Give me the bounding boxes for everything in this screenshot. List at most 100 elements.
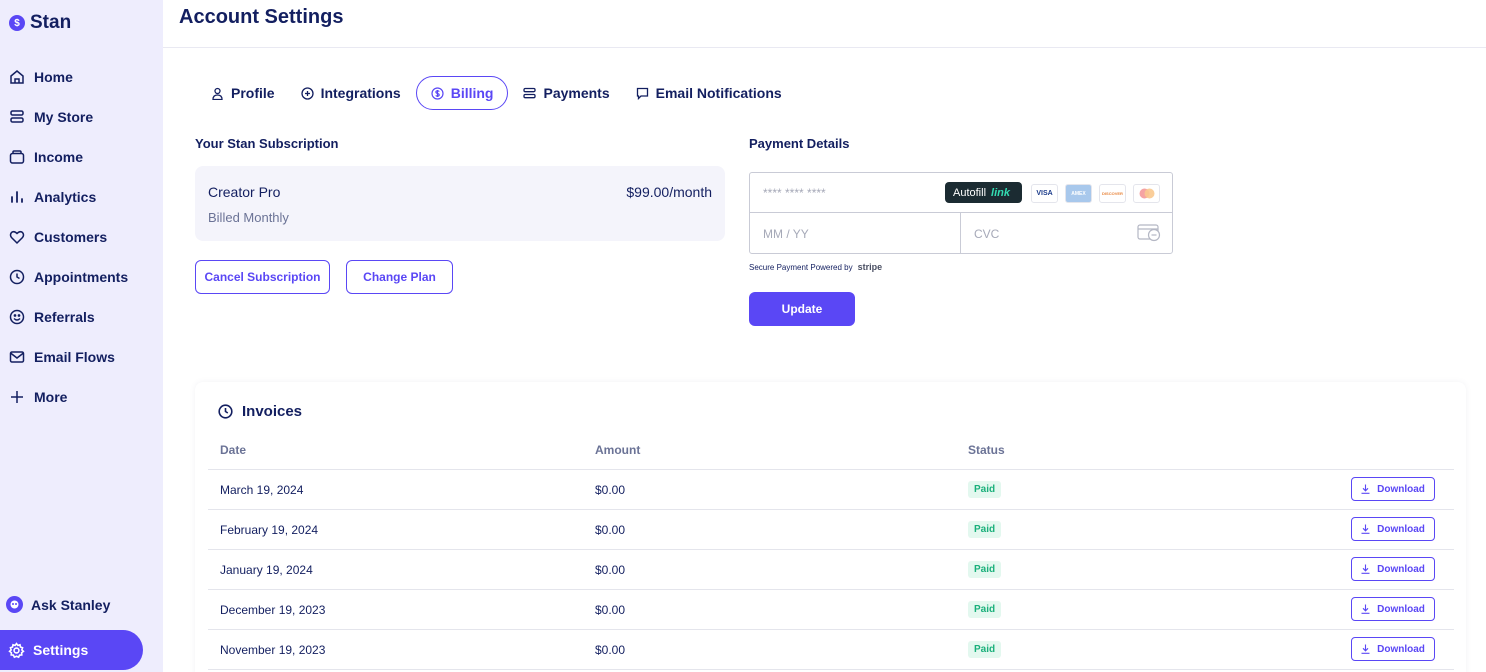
autofill-label: Autofill [953,186,987,199]
download-button[interactable]: Download [1351,517,1435,541]
cvc-field[interactable]: CVC [961,213,1172,253]
plan-card: Creator Pro Billed Monthly $99.00/month [195,166,725,241]
tab-billing[interactable]: Billing [415,76,509,110]
table-row: December 19, 2023 $0.00 Paid Download [208,590,1454,630]
cvc-placeholder: CVC [974,227,1000,241]
column-date: Date [220,443,247,457]
tab-label: Payments [543,85,610,101]
sidebar-item-label: Income [34,149,84,165]
status-badge: Paid [968,641,1002,658]
plan-price: $99.00/month [626,184,712,200]
amex-icon: AMEX [1065,184,1092,203]
sidebar-item-appointments[interactable]: Appointments [0,257,163,297]
invoices-table-header: Date Amount Status [208,438,1454,470]
sidebar-item-email-flows[interactable]: Email Flows [0,337,163,377]
sidebar-item-settings[interactable]: Settings [0,630,143,670]
sidebar-item-analytics[interactable]: Analytics [0,177,163,217]
stripe-logo: stripe [857,262,883,272]
download-label: Download [1377,643,1425,655]
download-label: Download [1377,483,1425,495]
dollar-circle-icon [431,86,444,100]
stack-icon [523,87,537,98]
plan-billing-cycle: Billed Monthly [208,210,289,225]
status-badge: Paid [968,521,1002,538]
plus-circle-icon [300,86,314,100]
invoices-card: Invoices Date Amount Status March 19, 20… [195,382,1466,672]
invoices-title: Invoices [242,403,303,420]
table-row: February 19, 2024 $0.00 Paid Download [208,510,1454,550]
download-button[interactable]: Download [1351,637,1435,661]
store-icon [10,110,24,123]
invoice-amount: $0.00 [595,563,626,577]
table-row: November 19, 2023 $0.00 Paid Download [208,630,1454,670]
cancel-subscription-button[interactable]: Cancel Subscription [195,260,330,294]
expiry-field[interactable]: MM / YY [750,213,961,253]
cvc-card-icon [1137,224,1161,242]
card-form: **** **** **** Autofill link VISA AMEX D… [749,172,1173,254]
sidebar-item-home[interactable]: Home [0,57,163,97]
column-amount: Amount [595,443,641,457]
mastercard-icon [1133,184,1160,203]
download-icon [1361,644,1370,654]
card-number-field[interactable]: **** **** **** Autofill link VISA AMEX D… [750,173,1172,213]
sidebar-item-label: Referrals [34,309,95,325]
payment-title: Payment Details [749,136,850,151]
tab-payments[interactable]: Payments [512,76,620,110]
tab-email-notifications[interactable]: Email Notifications [625,76,793,110]
tab-label: Billing [450,85,494,101]
settings-tabs: Profile Integrations Billing Payments Em… [200,76,797,110]
status-badge: Paid [968,561,1002,578]
gear-icon [8,641,25,658]
update-button[interactable]: Update [749,292,855,326]
mail-icon [9,351,25,363]
subscription-title: Your Stan Subscription [195,136,339,151]
sidebar-nav: Home My Store Income Analytics Customers… [0,57,163,417]
table-row: January 19, 2024 $0.00 Paid Download [208,550,1454,590]
tab-profile[interactable]: Profile [200,76,286,110]
sidebar-item-referrals[interactable]: Referrals [0,297,163,337]
tab-label: Profile [231,85,275,101]
download-button[interactable]: Download [1351,477,1435,501]
download-icon [1361,484,1370,494]
autofill-link-button[interactable]: Autofill link [945,182,1022,203]
visa-icon: VISA [1031,184,1058,203]
expiry-placeholder: MM / YY [763,227,809,241]
plus-icon [11,391,23,403]
sidebar: $ Stan Home My Store Income Analytics Cu… [0,0,163,672]
download-button[interactable]: Download [1351,557,1435,581]
invoice-date: January 19, 2024 [220,563,313,577]
invoice-date: November 19, 2023 [220,643,326,657]
sidebar-item-label: Customers [34,229,108,245]
column-status: Status [968,443,1005,457]
plan-name: Creator Pro [208,184,281,200]
wallet-icon [9,150,25,164]
stanley-icon [6,596,23,613]
user-icon [212,87,223,100]
sidebar-item-label: Email Flows [34,349,115,365]
card-number-placeholder: **** **** **** [763,186,826,200]
sidebar-item-more[interactable]: More [0,377,163,417]
sidebar-item-label: Analytics [34,189,97,205]
download-button[interactable]: Download [1351,597,1435,621]
ask-stanley-button[interactable]: Ask Stanley [6,596,110,613]
sidebar-item-income[interactable]: Income [0,137,163,177]
page-title: Account Settings [179,6,344,28]
tab-integrations[interactable]: Integrations [290,76,412,110]
download-icon [1361,524,1370,534]
logo-icon: $ [9,15,25,31]
change-plan-button[interactable]: Change Plan [346,260,453,294]
tab-label: Integrations [320,85,401,101]
sidebar-item-label: Home [34,69,73,85]
invoice-amount: $0.00 [595,603,626,617]
logo[interactable]: $ Stan [9,12,71,34]
secure-payment-note: Secure Payment Powered by stripe [749,262,882,272]
sidebar-item-my-store[interactable]: My Store [0,97,163,137]
header-divider [163,47,1486,48]
download-label: Download [1377,523,1425,535]
clock-icon [9,269,25,285]
smile-icon [9,309,25,325]
heart-icon [9,230,25,245]
discover-icon: DISCOVER [1099,184,1126,203]
status-badge: Paid [968,481,1002,498]
sidebar-item-customers[interactable]: Customers [0,217,163,257]
